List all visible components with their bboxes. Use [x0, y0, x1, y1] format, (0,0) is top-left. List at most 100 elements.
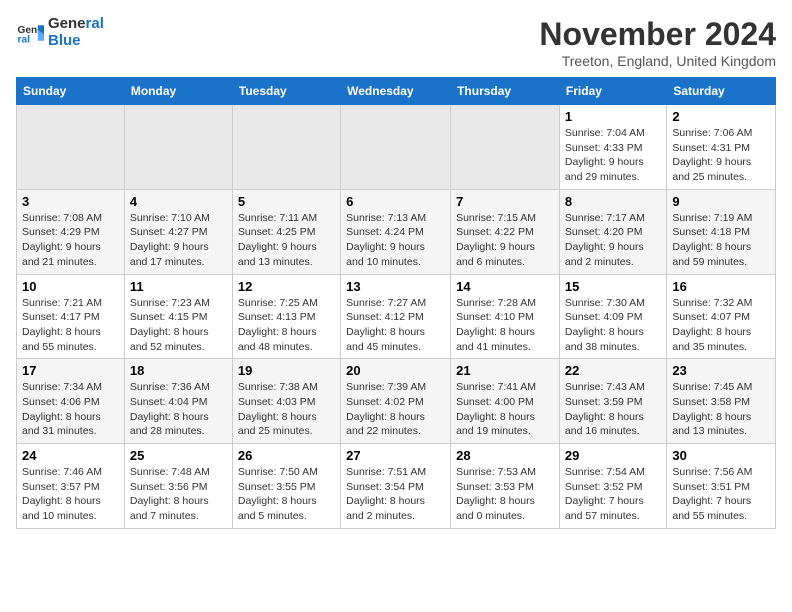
title-block: November 2024 Treeton, England, United K… — [539, 16, 776, 69]
calendar-cell: 19 Sunrise: 7:38 AM Sunset: 4:03 PM Dayli… — [232, 359, 340, 444]
logo-line2: Blue — [48, 33, 104, 50]
day-number: 14 — [456, 279, 554, 294]
weekday-header-thursday: Thursday — [451, 78, 560, 105]
day-number: 19 — [238, 363, 335, 378]
calendar-week-3: 10Sunrise: 7:21 AM Sunset: 4:17 PM Dayli… — [17, 274, 776, 359]
logo-line1: General — [48, 16, 104, 33]
day-number: 15 — [565, 279, 661, 294]
day-info: Sunrise: 7:15 AM Sunset: 4:22 PM Dayligh… — [456, 211, 554, 270]
calendar-cell: 16 Sunrise: 7:32 AM Sunset: 4:07 PM Dayli… — [667, 274, 776, 359]
calendar-cell: 10Sunrise: 7:21 AM Sunset: 4:17 PM Dayli… — [17, 274, 125, 359]
day-number: 26 — [238, 448, 335, 463]
calendar-cell: 29 Sunrise: 7:54 AM Sunset: 3:52 PM Dayli… — [559, 444, 666, 529]
calendar-cell: 23 Sunrise: 7:45 AM Sunset: 3:58 PM Dayli… — [667, 359, 776, 444]
day-info: Sunrise: 7:39 AM Sunset: 4:02 PM Dayligh… — [346, 380, 445, 439]
day-number: 27 — [346, 448, 445, 463]
calendar-cell: 13 Sunrise: 7:27 AM Sunset: 4:12 PM Dayli… — [341, 274, 451, 359]
location: Treeton, England, United Kingdom — [539, 53, 776, 69]
day-number: 18 — [130, 363, 227, 378]
calendar-cell: 5Sunrise: 7:11 AM Sunset: 4:25 PM Daylig… — [232, 189, 340, 274]
day-info: Sunrise: 7:32 AM Sunset: 4:07 PM Dayligh… — [672, 296, 770, 355]
weekday-header-tuesday: Tuesday — [232, 78, 340, 105]
day-number: 13 — [346, 279, 445, 294]
calendar-cell — [124, 105, 232, 190]
day-info: Sunrise: 7:23 AM Sunset: 4:15 PM Dayligh… — [130, 296, 227, 355]
day-number: 23 — [672, 363, 770, 378]
day-number: 6 — [346, 194, 445, 209]
day-number: 17 — [22, 363, 119, 378]
calendar-cell — [232, 105, 340, 190]
calendar-table: SundayMondayTuesdayWednesdayThursdayFrid… — [16, 77, 776, 529]
day-info: Sunrise: 7:28 AM Sunset: 4:10 PM Dayligh… — [456, 296, 554, 355]
day-info: Sunrise: 7:46 AM Sunset: 3:57 PM Dayligh… — [22, 465, 119, 524]
calendar-cell: 26Sunrise: 7:50 AM Sunset: 3:55 PM Dayli… — [232, 444, 340, 529]
day-info: Sunrise: 7:48 AM Sunset: 3:56 PM Dayligh… — [130, 465, 227, 524]
weekday-header-row: SundayMondayTuesdayWednesdayThursdayFrid… — [17, 78, 776, 105]
day-info: Sunrise: 7:04 AM Sunset: 4:33 PM Dayligh… — [565, 126, 661, 185]
calendar-cell: 12Sunrise: 7:25 AM Sunset: 4:13 PM Dayli… — [232, 274, 340, 359]
day-number: 25 — [130, 448, 227, 463]
calendar-week-4: 17 Sunrise: 7:34 AM Sunset: 4:06 PM Dayli… — [17, 359, 776, 444]
calendar-cell: 20 Sunrise: 7:39 AM Sunset: 4:02 PM Dayli… — [341, 359, 451, 444]
page-header: Gene ral General Blue November 2024 Tree… — [16, 16, 776, 69]
calendar-cell — [17, 105, 125, 190]
day-info: Sunrise: 7:36 AM Sunset: 4:04 PM Dayligh… — [130, 380, 227, 439]
day-info: Sunrise: 7:38 AM Sunset: 4:03 PM Dayligh… — [238, 380, 335, 439]
day-number: 21 — [456, 363, 554, 378]
calendar-cell: 2Sunrise: 7:06 AM Sunset: 4:31 PM Daylig… — [667, 105, 776, 190]
day-number: 20 — [346, 363, 445, 378]
day-number: 16 — [672, 279, 770, 294]
day-info: Sunrise: 7:25 AM Sunset: 4:13 PM Dayligh… — [238, 296, 335, 355]
day-number: 4 — [130, 194, 227, 209]
day-number: 29 — [565, 448, 661, 463]
calendar-cell: 25 Sunrise: 7:48 AM Sunset: 3:56 PM Dayli… — [124, 444, 232, 529]
day-info: Sunrise: 7:17 AM Sunset: 4:20 PM Dayligh… — [565, 211, 661, 270]
calendar-cell: 22Sunrise: 7:43 AM Sunset: 3:59 PM Dayli… — [559, 359, 666, 444]
calendar-cell: 17 Sunrise: 7:34 AM Sunset: 4:06 PM Dayli… — [17, 359, 125, 444]
day-number: 30 — [672, 448, 770, 463]
calendar-cell — [451, 105, 560, 190]
day-number: 28 — [456, 448, 554, 463]
weekday-header-friday: Friday — [559, 78, 666, 105]
day-info: Sunrise: 7:41 AM Sunset: 4:00 PM Dayligh… — [456, 380, 554, 439]
day-number: 8 — [565, 194, 661, 209]
calendar-cell: 4 Sunrise: 7:10 AM Sunset: 4:27 PM Daylig… — [124, 189, 232, 274]
day-info: Sunrise: 7:51 AM Sunset: 3:54 PM Dayligh… — [346, 465, 445, 524]
calendar-cell: 7Sunrise: 7:15 AM Sunset: 4:22 PM Daylig… — [451, 189, 560, 274]
calendar-cell: 11 Sunrise: 7:23 AM Sunset: 4:15 PM Dayli… — [124, 274, 232, 359]
svg-text:ral: ral — [18, 34, 31, 45]
calendar-cell: 15 Sunrise: 7:30 AM Sunset: 4:09 PM Dayli… — [559, 274, 666, 359]
calendar-cell: 24 Sunrise: 7:46 AM Sunset: 3:57 PM Dayli… — [17, 444, 125, 529]
day-number: 1 — [565, 109, 661, 124]
day-info: Sunrise: 7:45 AM Sunset: 3:58 PM Dayligh… — [672, 380, 770, 439]
day-info: Sunrise: 7:56 AM Sunset: 3:51 PM Dayligh… — [672, 465, 770, 524]
calendar-cell: 6Sunrise: 7:13 AM Sunset: 4:24 PM Daylig… — [341, 189, 451, 274]
calendar-cell: 14 Sunrise: 7:28 AM Sunset: 4:10 PM Dayli… — [451, 274, 560, 359]
logo: Gene ral General Blue — [16, 16, 104, 49]
day-info: Sunrise: 7:21 AM Sunset: 4:17 PM Dayligh… — [22, 296, 119, 355]
weekday-header-monday: Monday — [124, 78, 232, 105]
day-info: Sunrise: 7:54 AM Sunset: 3:52 PM Dayligh… — [565, 465, 661, 524]
day-number: 9 — [672, 194, 770, 209]
calendar-cell: 30 Sunrise: 7:56 AM Sunset: 3:51 PM Dayli… — [667, 444, 776, 529]
calendar-cell: 18 Sunrise: 7:36 AM Sunset: 4:04 PM Dayli… — [124, 359, 232, 444]
calendar-cell: 8 Sunrise: 7:17 AM Sunset: 4:20 PM Daylig… — [559, 189, 666, 274]
calendar-cell: 1 Sunrise: 7:04 AM Sunset: 4:33 PM Daylig… — [559, 105, 666, 190]
day-info: Sunrise: 7:10 AM Sunset: 4:27 PM Dayligh… — [130, 211, 227, 270]
day-number: 3 — [22, 194, 119, 209]
calendar-week-2: 3 Sunrise: 7:08 AM Sunset: 4:29 PM Daylig… — [17, 189, 776, 274]
day-info: Sunrise: 7:19 AM Sunset: 4:18 PM Dayligh… — [672, 211, 770, 270]
day-number: 11 — [130, 279, 227, 294]
day-info: Sunrise: 7:08 AM Sunset: 4:29 PM Dayligh… — [22, 211, 119, 270]
day-number: 24 — [22, 448, 119, 463]
day-info: Sunrise: 7:27 AM Sunset: 4:12 PM Dayligh… — [346, 296, 445, 355]
day-number: 22 — [565, 363, 661, 378]
weekday-header-wednesday: Wednesday — [341, 78, 451, 105]
calendar-cell: 3 Sunrise: 7:08 AM Sunset: 4:29 PM Daylig… — [17, 189, 125, 274]
calendar-cell: 27 Sunrise: 7:51 AM Sunset: 3:54 PM Dayli… — [341, 444, 451, 529]
logo-icon: Gene ral — [16, 19, 44, 47]
day-info: Sunrise: 7:34 AM Sunset: 4:06 PM Dayligh… — [22, 380, 119, 439]
month-title: November 2024 — [539, 16, 776, 53]
day-info: Sunrise: 7:30 AM Sunset: 4:09 PM Dayligh… — [565, 296, 661, 355]
calendar-cell: 28Sunrise: 7:53 AM Sunset: 3:53 PM Dayli… — [451, 444, 560, 529]
